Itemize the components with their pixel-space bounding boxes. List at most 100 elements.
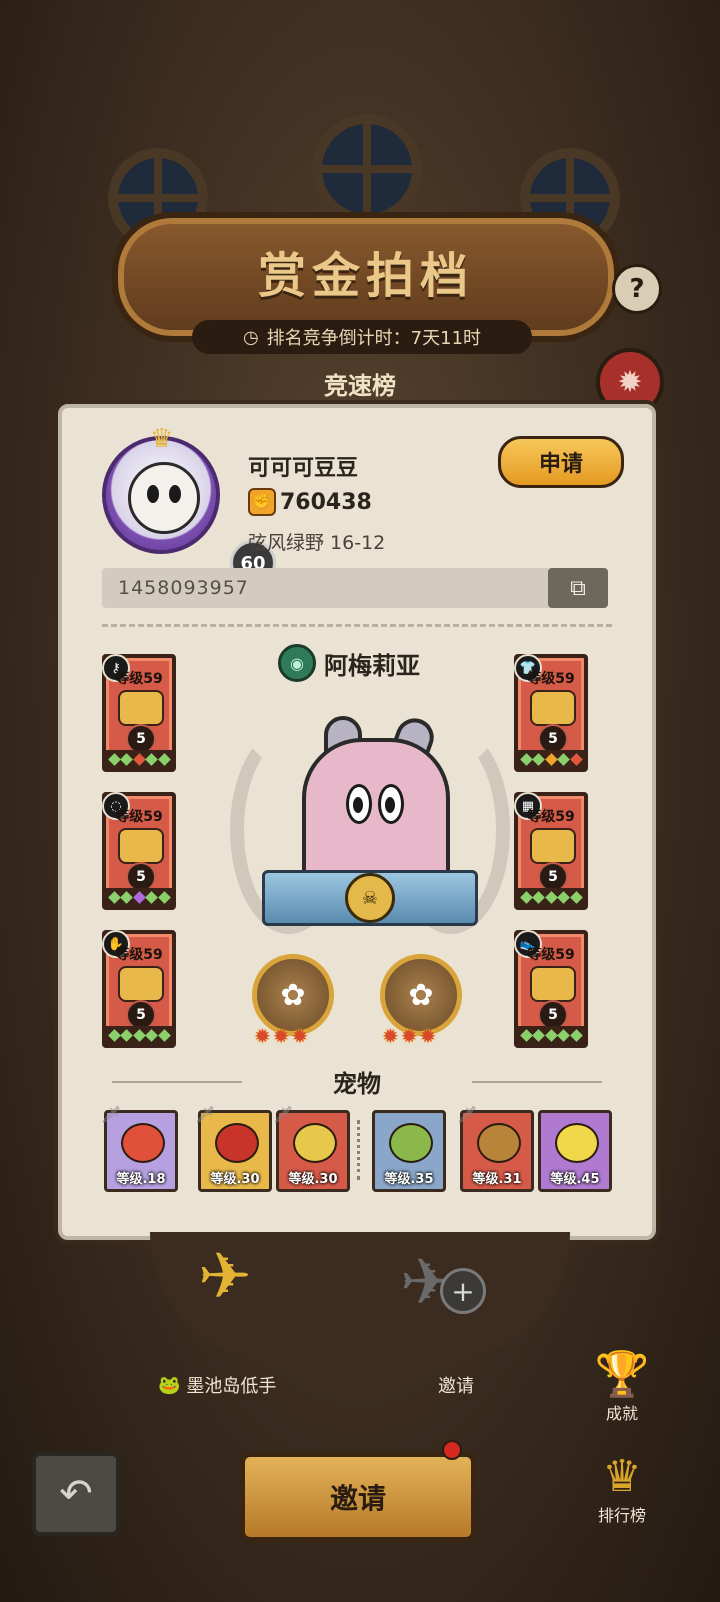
pet-card[interactable]: 🗡 等级.31 xyxy=(457,1105,534,1192)
ranking-countdown: ◷ 排名竞争倒计时：7天11时 xyxy=(192,320,532,354)
gear-slot-glove[interactable]: ✋ 等级59 5 xyxy=(102,930,176,1048)
pet-level: 等级.30 xyxy=(210,1172,260,1187)
achievements-button[interactable]: 🏆 成就 xyxy=(582,1350,662,1424)
hero-eye xyxy=(378,784,404,824)
leaderboard-label: 排行榜 xyxy=(597,1506,646,1525)
combat-power: ✊ 760438 xyxy=(248,488,372,516)
gem-icon xyxy=(557,752,570,766)
avatar-face xyxy=(128,462,200,534)
gem-icon xyxy=(569,752,583,766)
gear-slot-weapon[interactable]: ⚷ 等级59 5 xyxy=(102,654,176,772)
pet-art xyxy=(293,1123,337,1163)
invite-slot-label: 邀请 xyxy=(438,1376,474,1397)
background-window xyxy=(312,114,422,224)
gear-slot-shoe[interactable]: 👟 等级59 5 xyxy=(514,930,588,1048)
pet-level: 等级.45 xyxy=(550,1172,600,1187)
gem-icon xyxy=(544,1028,558,1042)
pets-title: 宠物 xyxy=(333,1070,381,1098)
gem-icon xyxy=(132,890,146,904)
gem-icon xyxy=(132,1028,146,1042)
crown-podium-icon: ♛ xyxy=(602,1451,642,1502)
gem-icon xyxy=(132,752,146,766)
avatar[interactable]: ♛ 60 xyxy=(102,424,276,586)
gem-icon xyxy=(145,752,158,766)
gear-art xyxy=(118,966,164,1002)
pet-art xyxy=(555,1123,599,1163)
gem-row xyxy=(106,1026,172,1044)
gem-icon xyxy=(157,752,171,766)
apply-button[interactable]: 申请 xyxy=(498,436,624,488)
hero-name-row: ◉ 阿梅莉亚 xyxy=(278,644,420,682)
pet-level: 等级.31 xyxy=(472,1172,522,1187)
gem-icon xyxy=(532,890,545,904)
gem-icon xyxy=(107,890,121,904)
gear-level: 等级59 xyxy=(527,671,575,687)
gem-icon xyxy=(120,1028,133,1042)
gem-icon xyxy=(145,1028,158,1042)
relic-stars: ✹ ✹ ✹ xyxy=(254,1024,309,1048)
copy-id-icon[interactable]: ⧉ xyxy=(548,568,608,608)
gem-icon xyxy=(569,1028,583,1042)
lily-icon: ✿ xyxy=(280,977,306,1013)
invite-button[interactable]: 邀请 xyxy=(240,1452,476,1542)
pet-art xyxy=(215,1123,259,1163)
pet-level: 等级.35 xyxy=(384,1172,434,1187)
leaderboard-button[interactable]: ♛ 排行榜 xyxy=(580,1452,664,1526)
notification-dot xyxy=(442,1440,462,1460)
gear-slot-pants[interactable]: ▦ 等级59 5 xyxy=(514,792,588,910)
gem-row xyxy=(106,888,172,906)
combat-power-value: 760438 xyxy=(280,489,372,515)
pet-art xyxy=(389,1123,433,1163)
gem-row xyxy=(518,1026,584,1044)
gear-slot-ring[interactable]: ◌ 等级59 5 xyxy=(102,792,176,910)
gem-icon xyxy=(557,890,570,904)
add-partner-icon[interactable]: + xyxy=(440,1268,486,1314)
partner-name-label: 🐸 墨池岛低手 xyxy=(158,1372,276,1398)
gem-icon xyxy=(544,890,558,904)
divider xyxy=(102,624,612,627)
lily-icon: ✿ xyxy=(408,977,434,1013)
gem-icon xyxy=(557,1028,570,1042)
sword-icon: 🗡 xyxy=(195,1105,216,1124)
pet-card[interactable]: 🗡 等级.30 xyxy=(273,1105,350,1192)
player-detail-panel: ♛ 60 可可可豆豆 ✊ 760438 弦风绿野 16-12 申请 145809… xyxy=(58,404,656,1240)
pet-card[interactable]: 🗡 等级.30 xyxy=(195,1105,272,1192)
gem-icon xyxy=(107,1028,121,1042)
pet-art xyxy=(121,1123,165,1163)
pet-level: 等级.30 xyxy=(288,1172,338,1187)
pet-level: 等级.18 xyxy=(116,1172,166,1187)
sword-icon: 🗡 xyxy=(273,1105,294,1124)
leaderboard-subtitle: 竞速榜 xyxy=(324,372,396,400)
pet-card[interactable]: 等级.45 xyxy=(538,1110,612,1192)
gem-icon xyxy=(145,890,158,904)
help-button[interactable]: ? xyxy=(612,264,662,314)
gem-icon xyxy=(519,752,533,766)
partner-plane-icon[interactable]: ✈ xyxy=(198,1240,252,1314)
skull-wings-emblem-icon: ☠ xyxy=(345,873,395,923)
sword-icon: 🗡 xyxy=(101,1105,122,1124)
pet-card[interactable]: 🗡 等级.18 xyxy=(101,1105,178,1192)
hero-eye xyxy=(346,784,372,824)
gear-art xyxy=(530,690,576,726)
gem-row xyxy=(518,750,584,768)
gem-icon xyxy=(519,890,533,904)
hero-rank-ribbon: ☠ xyxy=(262,870,478,926)
gear-level: 等级59 xyxy=(527,809,575,825)
gem-row xyxy=(518,888,584,906)
pet-art xyxy=(477,1123,521,1163)
gem-icon xyxy=(569,890,583,904)
divider xyxy=(357,1120,360,1180)
player-name: 可可可豆豆 xyxy=(248,456,359,481)
gear-art xyxy=(118,828,164,864)
server-name: 弦风绿野 16-12 xyxy=(248,532,386,554)
gem-icon xyxy=(107,752,121,766)
pet-card[interactable]: 等级.35 xyxy=(372,1110,446,1192)
wind-element-icon: ◉ xyxy=(278,644,316,682)
trophy-icon: 🏆 xyxy=(594,1349,650,1400)
gear-art xyxy=(530,966,576,1002)
gear-slot-armor[interactable]: 👕 等级59 5 xyxy=(514,654,588,772)
back-arrow-icon[interactable]: ↶ xyxy=(32,1452,120,1536)
page-title: 赏金拍档 xyxy=(257,248,474,304)
gem-icon xyxy=(532,752,545,766)
gem-icon xyxy=(120,752,133,766)
